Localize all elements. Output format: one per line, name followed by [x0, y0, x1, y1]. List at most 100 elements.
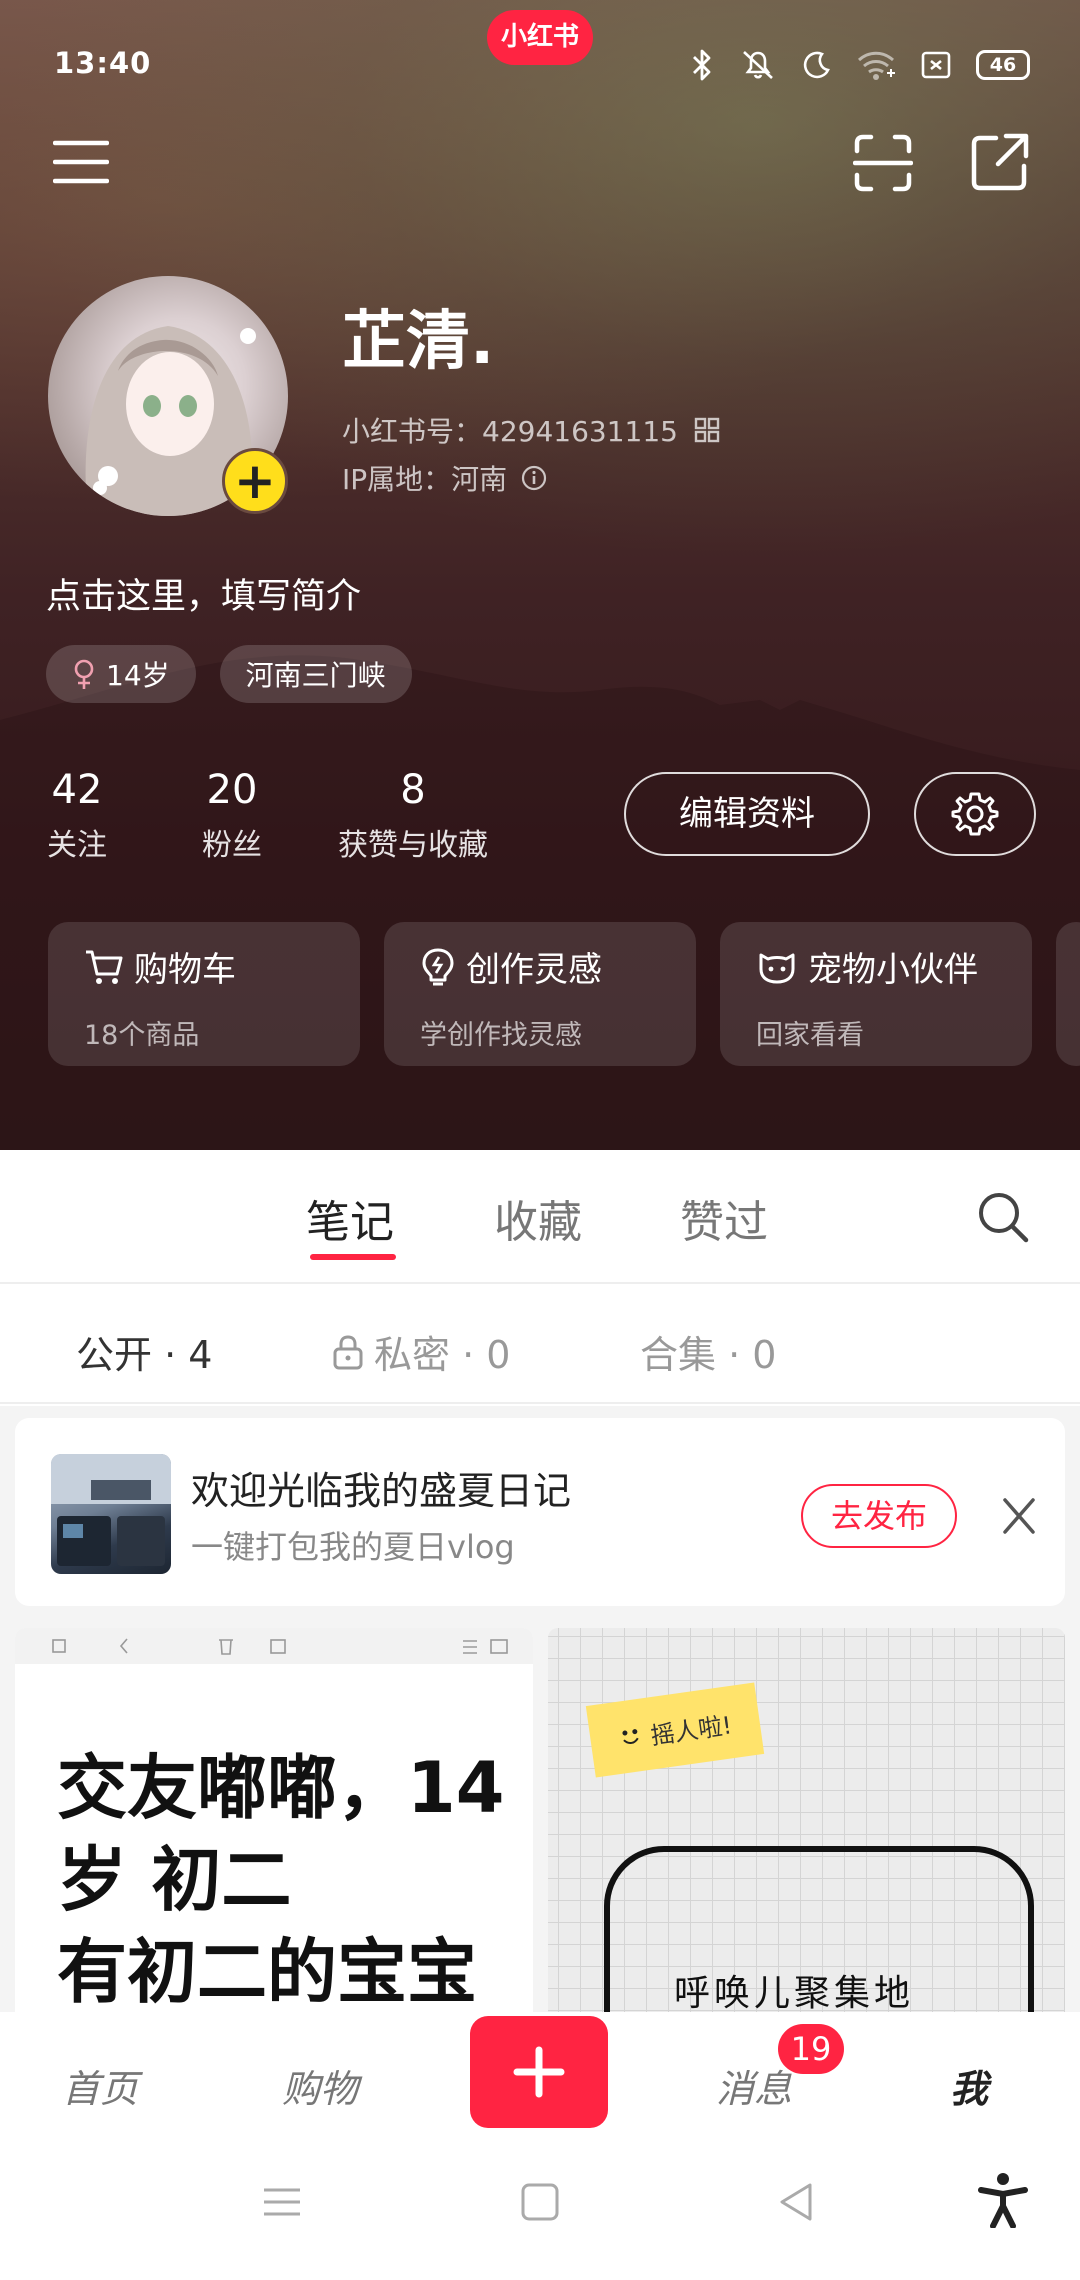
- gear-icon: [951, 792, 999, 836]
- card-pet-buddy-title-row: 宠物小伙伴: [756, 942, 996, 991]
- filter-private[interactable]: 私密 · 0: [332, 1324, 510, 1379]
- battery-icon: 46: [976, 50, 1030, 80]
- location-tag-label: 河南三门峡: [245, 659, 386, 692]
- promo-thumbnail: [51, 1454, 171, 1574]
- card-inspiration-title-row: 创作灵感: [420, 942, 660, 991]
- menu-button[interactable]: [48, 132, 114, 192]
- share-icon: [971, 133, 1029, 191]
- recent-apps-icon[interactable]: [262, 2182, 302, 2222]
- promo-thumbnail-image: [51, 1454, 171, 1566]
- content-tabs: 笔记 收藏 赞过: [0, 1150, 1080, 1284]
- filter-collections[interactable]: 合集 · 0: [640, 1324, 776, 1379]
- profile-id-value: 42941631115: [482, 415, 678, 448]
- profile-ip-label: IP属地：: [342, 463, 452, 496]
- stat-followers-value: 20: [206, 767, 258, 813]
- tab-notes[interactable]: 笔记: [306, 1186, 394, 1250]
- stat-likes-collects[interactable]: 8 获赞与收藏: [328, 762, 498, 864]
- profile-id-row[interactable]: 小红书号：42941631115: [342, 410, 720, 450]
- profile-name: 芷清.: [342, 305, 495, 379]
- bluetooth-icon: [693, 49, 711, 81]
- accessibility-icon[interactable]: [978, 2172, 1028, 2228]
- card-shopping-cart[interactable]: 购物车 18个商品: [48, 922, 360, 1066]
- card-pet-buddy-title: 宠物小伙伴: [808, 950, 978, 990]
- tab-collections[interactable]: 收藏: [494, 1186, 582, 1250]
- note-card-text: 交友嘟嘟，14岁 初二 有初二的宝宝: [57, 1747, 505, 2013]
- scan-icon: [853, 134, 913, 192]
- qr-code-icon[interactable]: [694, 417, 720, 443]
- create-post-button[interactable]: [470, 2016, 608, 2128]
- lightbulb-icon: [422, 948, 454, 985]
- filter-collections-label: 合集 · 0: [640, 1333, 777, 1377]
- info-icon[interactable]: [521, 465, 547, 491]
- status-icons: 46: [690, 48, 1030, 82]
- age-tag[interactable]: 14岁: [46, 645, 196, 703]
- promo-subtitle: 一键打包我的夏日vlog: [191, 1528, 515, 1566]
- lock-icon: [333, 1334, 363, 1369]
- promo-title: 欢迎光临我的盛夏日记: [191, 1469, 572, 1513]
- stat-likes-label: 获赞与收藏: [338, 828, 488, 863]
- card-inspiration[interactable]: 创作灵感 学创作找灵感: [384, 922, 696, 1066]
- nav-shopping[interactable]: 购物: [282, 2058, 358, 2113]
- edit-profile-button[interactable]: 编辑资料: [624, 772, 870, 856]
- smiley-icon: [622, 1729, 639, 1744]
- status-time: 13:40: [54, 46, 152, 80]
- profile-ip: IP属地：河南: [342, 458, 507, 498]
- stat-following-value: 42: [51, 767, 103, 813]
- card-shopping-cart-title: 购物车: [134, 950, 236, 990]
- stat-followers[interactable]: 20 粉丝: [184, 762, 280, 864]
- shopping-cart-icon: [86, 950, 123, 984]
- note-filters: 公开 · 4 私密 · 0 合集 · 0: [0, 1284, 1080, 1404]
- stat-followers-label: 粉丝: [202, 828, 262, 863]
- share-button[interactable]: [964, 126, 1036, 198]
- age-tag-label: 14岁: [106, 659, 170, 692]
- card-inspiration-subtitle: 学创作找灵感: [420, 1020, 582, 1051]
- home-icon[interactable]: [520, 2182, 560, 2222]
- silent-bell-icon: [743, 51, 773, 79]
- profile-screen: 13:40 小红书 46 + 芷清. 小红书号：42941631115 IP属地…: [0, 0, 1080, 2280]
- moon-icon: [803, 51, 830, 79]
- note-sticky-label: 摇人啦!: [585, 1682, 765, 1778]
- active-tab-indicator: [310, 1254, 396, 1260]
- profile-id-label: 小红书号：: [342, 415, 483, 448]
- nav-home[interactable]: 首页: [62, 2058, 138, 2113]
- filter-public-label: 公开 · 4: [76, 1333, 213, 1377]
- tab-liked[interactable]: 赞过: [680, 1186, 768, 1250]
- summer-diary-promo[interactable]: 欢迎光临我的盛夏日记 一键打包我的夏日vlog 去发布: [15, 1418, 1065, 1606]
- card-shopping-cart-title-row: 购物车: [84, 942, 324, 991]
- app-badge: 小红书: [487, 10, 593, 65]
- profile-stats: 42 关注 20 粉丝 8 获赞与收藏: [40, 762, 498, 864]
- note-card-text: 呼唤儿聚集地: [674, 1973, 915, 2014]
- scan-button[interactable]: [848, 128, 918, 198]
- profile-ip-value: 河南: [451, 463, 508, 496]
- system-navigation-bar: [0, 2142, 1080, 2280]
- filter-private-label: 私密 · 0: [374, 1333, 511, 1377]
- card-overflow-peek[interactable]: [1056, 922, 1080, 1066]
- note-sticky-text: 摇人啦!: [648, 1710, 734, 1750]
- stat-following[interactable]: 42 关注: [40, 762, 114, 864]
- feature-cards: 购物车 18个商品 创作灵感 学创作找灵感 宠物小伙伴 回家看看: [48, 922, 1032, 1066]
- bio-prompt[interactable]: 点击这里，填写简介: [46, 568, 361, 619]
- nav-me[interactable]: 我: [950, 2058, 988, 2113]
- plus-icon: [513, 2046, 565, 2098]
- location-tag[interactable]: 河南三门峡: [219, 645, 412, 703]
- sim-card-icon: [921, 51, 951, 79]
- pet-icon: [759, 953, 795, 983]
- hamburger-icon: [53, 140, 109, 184]
- profile-tags: 14岁 河南三门峡: [46, 645, 412, 703]
- stat-likes-value: 8: [400, 767, 426, 813]
- wifi-icon: [857, 51, 895, 80]
- female-symbol-icon: [74, 659, 94, 689]
- settings-button[interactable]: [914, 772, 1036, 856]
- add-avatar-button[interactable]: +: [222, 448, 288, 514]
- profile-ip-row: IP属地：河南: [342, 458, 547, 498]
- nav-messages[interactable]: 消息: [716, 2058, 792, 2113]
- close-icon[interactable]: [991, 1494, 1047, 1538]
- publish-button[interactable]: 去发布: [801, 1484, 957, 1548]
- card-shopping-cart-subtitle: 18个商品: [84, 1020, 200, 1051]
- back-icon[interactable]: [776, 2182, 816, 2222]
- card-pet-buddy[interactable]: 宠物小伙伴 回家看看: [720, 922, 1032, 1066]
- search-icon[interactable]: [976, 1190, 1030, 1244]
- stat-following-label: 关注: [47, 828, 107, 863]
- profile-header: 13:40 小红书 46 + 芷清. 小红书号：42941631115 IP属地…: [0, 0, 1080, 1150]
- filter-public[interactable]: 公开 · 4: [76, 1324, 212, 1379]
